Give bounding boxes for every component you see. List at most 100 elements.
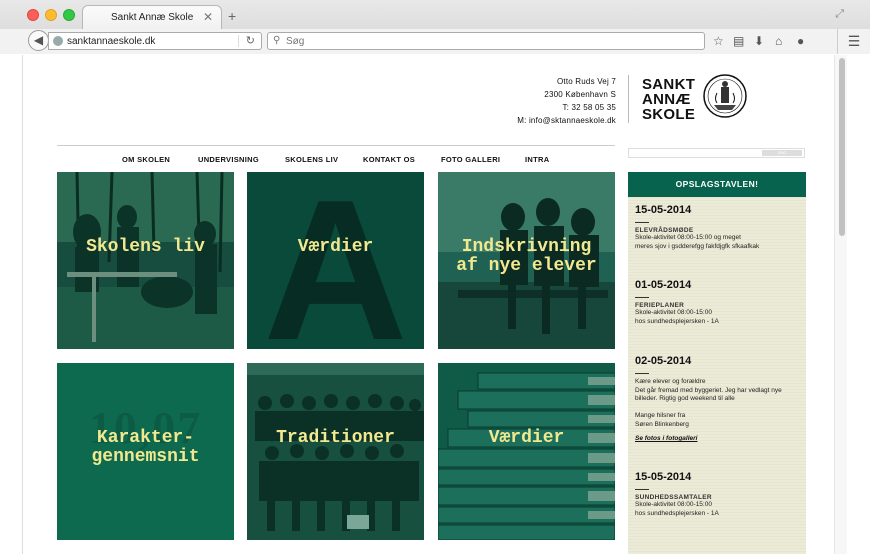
post-line: Søren Blinkenberg	[635, 420, 689, 428]
logo-line: ANNÆ	[642, 91, 691, 108]
bookmark-star-icon[interactable]: ☆	[713, 34, 724, 48]
post-line: Skole-aktivitet 08:00-15:00	[635, 501, 712, 508]
post-heading: FERIEPLANER	[635, 302, 685, 309]
nav-intra[interactable]: INTRA	[525, 155, 549, 164]
browser-chrome: Sankt Annæ Skole ✕ + ⤢ ◀ sanktannaeskole…	[0, 0, 870, 54]
post-line: Mange hilsner fra	[635, 412, 686, 419]
post-heading: ELEVRÅDSMØDE	[635, 227, 694, 234]
tile-vaerdier-books[interactable]: Værdier	[438, 363, 615, 540]
tile-indskrivning[interactable]: Indskrivning af nye elever	[438, 172, 615, 349]
menu-icon[interactable]: ☰	[837, 29, 870, 54]
post-line: Det går fremad med byggeriet. Jeg har ve…	[635, 386, 782, 394]
download-icon[interactable]: ⬇	[754, 34, 764, 48]
contact-address: Otto Ruds Vej 7 2300 København S T: 32 5…	[486, 75, 616, 127]
tile-label: Værdier	[247, 238, 424, 257]
globe-icon	[53, 36, 63, 46]
notice-post: 01-05-2014 FERIEPLANER Skole-aktivitet 0…	[635, 279, 803, 326]
post-line: billeder. Rigtig god weekend til alle	[635, 395, 735, 402]
site-search-input[interactable]: SØG	[628, 148, 805, 158]
zoom-window-button[interactable]	[63, 9, 75, 21]
chat-icon[interactable]: ●	[797, 34, 804, 48]
post-line: hos sundhedsplejersken - 1A	[635, 317, 719, 325]
tile-label-line: Indskrivning	[461, 237, 592, 257]
logo-line: SKOLE	[642, 106, 696, 123]
reading-list-icon[interactable]: ▤	[733, 34, 744, 48]
tile-label-line: Traditioner	[276, 428, 395, 448]
browser-search-input[interactable]	[286, 34, 666, 48]
nav-foto-galleri[interactable]: FOTO GALLERI	[441, 155, 500, 164]
nav-om-skolen[interactable]: OM SKOLEN	[122, 155, 170, 164]
post-date: 15-05-2014	[635, 204, 692, 216]
page-viewport: Otto Ruds Vej 7 2300 København S T: 32 5…	[0, 55, 870, 554]
post-line: Kære elever og forældre	[635, 378, 706, 385]
post-photo-link[interactable]: Se fotos i fotogalleri	[635, 435, 803, 442]
address-email[interactable]: M: info@sktannaeskole.dk	[486, 114, 616, 127]
tile-label-line: af nye elever	[456, 256, 597, 276]
url-text[interactable]: sanktannaeskole.dk	[67, 36, 155, 47]
post-line: Skole-aktivitet 08:00-15:00 og meget	[635, 234, 741, 241]
tile-label-line: Karakter-	[96, 428, 195, 448]
post-line: hos sundhedsplejersken - 1A	[635, 509, 719, 517]
playground-photo	[57, 172, 234, 349]
tab-title: Sankt Annæ Skole	[111, 12, 194, 23]
new-tab-button[interactable]: +	[228, 9, 236, 23]
post-line: meres sjov i gsdderefgg fakfdjgfk sfkaaf…	[635, 242, 760, 250]
tile-label: Traditioner	[247, 429, 424, 448]
school-seal-icon	[703, 74, 747, 118]
browser-tab[interactable]: Sankt Annæ Skole ✕	[82, 5, 222, 29]
back-button[interactable]: ◀	[28, 30, 49, 51]
tile-skolens-liv[interactable]: Skolens liv	[57, 172, 234, 349]
tile-label: Indskrivning af nye elever	[438, 238, 615, 276]
page-scrollbar[interactable]	[834, 55, 847, 554]
tile-traditioner[interactable]: Traditioner	[247, 363, 424, 540]
post-line: Skole-aktivitet 08:00-15:00	[635, 309, 712, 316]
books-photo	[438, 363, 615, 540]
close-window-button[interactable]	[27, 9, 39, 21]
address-city: 2300 København S	[544, 90, 616, 99]
big-letter-a: A	[263, 172, 408, 349]
nav-undervisning[interactable]: UNDERVISNING	[198, 155, 259, 164]
search-icon: ⚲	[273, 35, 281, 46]
logo-line: SANKT	[642, 76, 696, 93]
url-bar[interactable]: sanktannaeskole.dk ↻	[48, 32, 262, 50]
nav-kontakt-os[interactable]: KONTAKT OS	[363, 155, 415, 164]
notice-post: 02-05-2014 Kære elever og forældre Det g…	[635, 355, 803, 442]
tile-label-line: gennemsnit	[91, 447, 200, 467]
tile-label-line: Værdier	[488, 428, 565, 448]
post-rule	[635, 297, 649, 298]
header-divider	[628, 75, 629, 123]
main-nav: OM SKOLEN UNDERVISNING SKOLENS LIV KONTA…	[57, 155, 615, 167]
home-icon[interactable]: ⌂	[775, 34, 782, 48]
tile-karaktergennemsnit[interactable]: 10,07 Karakter- gennemsnit	[57, 363, 234, 540]
post-rule	[635, 222, 649, 223]
post-heading: SUNDHEDSSAMTALER	[635, 494, 712, 501]
notice-post: 15-05-2014 SUNDHEDSSAMTALER Skole-aktivi…	[635, 471, 803, 518]
address-street: Otto Ruds Vej 7	[556, 77, 616, 86]
tile-label: Værdier	[438, 429, 615, 448]
tile-label-line: Skolens liv	[86, 237, 205, 257]
scrollbar-thumb[interactable]	[839, 58, 845, 236]
school-logo-text[interactable]: SANKT ANNÆ SKOLE	[642, 77, 695, 122]
post-date: 01-05-2014	[635, 279, 692, 291]
post-line	[635, 404, 803, 413]
tile-vaerdier-a[interactable]: A Værdier	[247, 172, 424, 349]
tab-close-icon[interactable]: ✕	[203, 10, 213, 24]
post-rule	[635, 489, 649, 490]
browser-search-bar[interactable]: ⚲	[267, 32, 705, 50]
reload-icon[interactable]: ↻	[246, 34, 255, 47]
address-phone: T: 32 58 05 35	[562, 103, 616, 112]
tile-label: Karakter- gennemsnit	[57, 429, 234, 467]
fullscreen-icon[interactable]: ⤢	[835, 8, 844, 21]
post-date: 02-05-2014	[635, 355, 692, 367]
notice-board-title: OPSLAGSTAVLEN!	[628, 172, 806, 197]
notice-post: 15-05-2014 ELEVRÅDSMØDE Skole-aktivitet …	[635, 204, 803, 251]
url-separator	[238, 35, 239, 47]
site-search-button[interactable]: SØG	[762, 150, 802, 156]
minimize-window-button[interactable]	[45, 9, 57, 21]
nav-skolens-liv[interactable]: SKOLENS LIV	[285, 155, 338, 164]
post-rule	[635, 373, 649, 374]
nav-top-rule	[57, 145, 615, 146]
post-date: 15-05-2014	[635, 471, 692, 483]
class-photo	[247, 363, 424, 540]
tile-label: Skolens liv	[57, 238, 234, 257]
